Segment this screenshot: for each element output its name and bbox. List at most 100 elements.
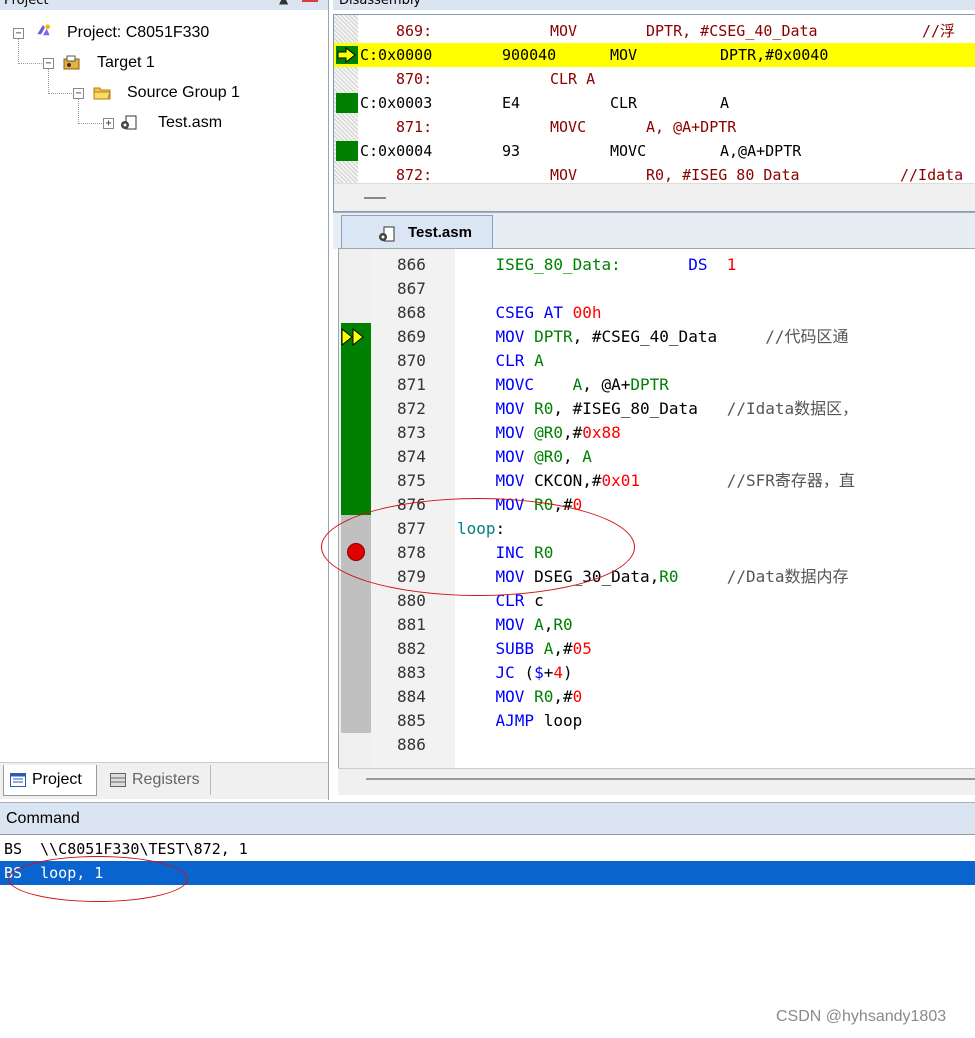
code-line[interactable]: 866 ISEG_80_Data: DS 1: [339, 253, 975, 277]
code-line[interactable]: 869 MOV DPTR, #CSEG_40_Data //代码区通: [339, 325, 975, 349]
tab-registers[interactable]: Registers: [104, 765, 211, 795]
disassembly-line[interactable]: 869: MOV DPTR, #CSEG_40_Data //浮: [334, 19, 975, 43]
code-token: , #ISEG_80_Data: [553, 399, 727, 418]
project-pane: Project ▲ ✕ − Project: C8051F330 − Targe…: [0, 0, 329, 800]
collapse-icon[interactable]: −: [43, 58, 54, 69]
code-token: //Data数据内存: [678, 567, 849, 586]
tree-item-target[interactable]: − Target 1: [0, 52, 320, 74]
collapse-icon[interactable]: −: [73, 88, 84, 99]
code-line[interactable]: 867: [339, 277, 975, 301]
current-pc-arrow-icon: [336, 46, 358, 64]
code-text: MOV R0,#0: [457, 685, 583, 709]
line-number: 869: [397, 327, 426, 346]
command-title: Command: [6, 810, 80, 827]
command-line[interactable]: BS \\C8051F330\TEST\872, 1: [0, 837, 975, 861]
collapse-icon[interactable]: −: [13, 28, 24, 39]
disassembly-line[interactable]: C:0x0004 93 MOVC A,@A+DPTR: [334, 139, 975, 163]
line-number: 873: [397, 423, 426, 442]
close-icon[interactable]: ✕: [302, 0, 318, 2]
code-line[interactable]: 870 CLR A: [339, 349, 975, 373]
disassembly-pane[interactable]: 869: MOV DPTR, #CSEG_40_Data //浮 C:0x000…: [333, 14, 975, 212]
code-token: DPTR: [630, 375, 669, 394]
code-line[interactable]: 872 MOV R0, #ISEG_80_Data //Idata数据区，: [339, 397, 975, 421]
editor-hscrollbar[interactable]: [338, 768, 975, 795]
code-line[interactable]: 883 JC ($+4): [339, 661, 975, 685]
code-text: MOV DPTR, #CSEG_40_Data //代码区通: [457, 325, 849, 349]
code-token: DS: [620, 255, 727, 274]
code-token: ,#: [562, 423, 583, 442]
code-token: CLR: [495, 351, 535, 370]
expand-icon[interactable]: +: [103, 118, 114, 129]
code-line[interactable]: 871 MOVC A, @A+DPTR: [339, 373, 975, 397]
tab-test-asm[interactable]: Test.asm: [341, 215, 493, 250]
code-token: MOV: [495, 615, 535, 634]
source-mnemonic: MOVC: [550, 118, 587, 136]
line-number: 885: [397, 711, 426, 730]
source-mnemonic: MOV: [550, 22, 578, 40]
code-text: MOV CKCON,#0x01 //SFR寄存器，直: [457, 469, 855, 493]
code-text: ISEG_80_Data: DS 1: [457, 253, 737, 277]
code-token: 0x01: [601, 471, 641, 490]
scroll-thumb[interactable]: [364, 197, 386, 199]
disassembly-current-line[interactable]: C:0x0000 900040 MOV DPTR,#0x0040: [334, 43, 975, 67]
code-token: (: [524, 663, 535, 682]
code-token: A: [572, 375, 583, 394]
code-line[interactable]: 874 MOV @R0, A: [339, 445, 975, 469]
operands: A,@A+DPTR: [720, 142, 802, 160]
project-pane-titlebar: Project ▲ ✕: [0, 0, 328, 10]
code-token: MOVC: [495, 375, 573, 394]
code-line[interactable]: 868 CSEG AT 00h: [339, 301, 975, 325]
scroll-thumb[interactable]: [366, 778, 975, 780]
code-line[interactable]: 884 MOV R0,#0: [339, 685, 975, 709]
disassembly-line[interactable]: 871: MOVC A, @A+DPTR: [334, 115, 975, 139]
disassembly-line[interactable]: 870: CLR A: [334, 67, 975, 91]
code-line[interactable]: 875 MOV CKCON,#0x01 //SFR寄存器，直: [339, 469, 975, 493]
code-line[interactable]: 885 AJMP loop: [339, 709, 975, 733]
line-number: 875: [397, 471, 426, 490]
line-number: 872: [397, 399, 426, 418]
code-token: , #CSEG_40_Data: [572, 327, 766, 346]
code-token: R0: [553, 615, 573, 634]
project-tab-icon: [10, 773, 26, 787]
pin-icon[interactable]: ▲: [279, 0, 288, 8]
line-number: 871: [397, 375, 426, 394]
code-line[interactable]: 873 MOV @R0,#0x88: [339, 421, 975, 445]
code-line[interactable]: 882 SUBB A,#05: [339, 637, 975, 661]
code-token: MOV: [495, 471, 535, 490]
code-line[interactable]: 886: [339, 733, 975, 757]
source-mnemonic: CLR A: [550, 70, 596, 88]
tree-item-project[interactable]: − Project: C8051F330: [0, 22, 320, 44]
asm-file-icon: [379, 226, 395, 242]
folder-icon: [93, 87, 111, 100]
code-token: R0: [534, 399, 554, 418]
code-token: ,: [543, 615, 554, 634]
code-token: SUBB: [495, 639, 544, 658]
code-line[interactable]: 881 MOV A,R0: [339, 613, 975, 637]
code-text: MOV R0, #ISEG_80_Data //Idata数据区，: [457, 397, 859, 421]
disassembly-hscrollbar[interactable]: [334, 183, 975, 211]
code-token: 00h: [572, 303, 602, 322]
tab-project[interactable]: Project: [3, 765, 97, 796]
registers-icon: [110, 773, 126, 787]
code-text: CSEG AT 00h: [457, 301, 602, 325]
code-token: 0x88: [582, 423, 621, 442]
tree-item-test-asm[interactable]: + Test.asm: [0, 112, 320, 134]
code-text: MOV A,R0: [457, 613, 573, 637]
code-text: SUBB A,#05: [457, 637, 592, 661]
code-token: +: [543, 663, 554, 682]
source-line-number: 871:: [396, 118, 433, 136]
disassembly-line[interactable]: C:0x0003 E4 CLR A: [334, 91, 975, 115]
tree-item-source-group[interactable]: − Source Group 1: [0, 82, 320, 104]
code-token: MOV: [495, 327, 535, 346]
code-token: 0: [572, 687, 583, 706]
line-number: 882: [397, 639, 426, 658]
tree-item-label: Target 1: [97, 54, 155, 71]
opcode: E4: [502, 94, 521, 112]
code-token: DPTR: [534, 327, 573, 346]
address: C:0x0004: [360, 142, 433, 160]
annotation-ellipse: [321, 498, 635, 596]
